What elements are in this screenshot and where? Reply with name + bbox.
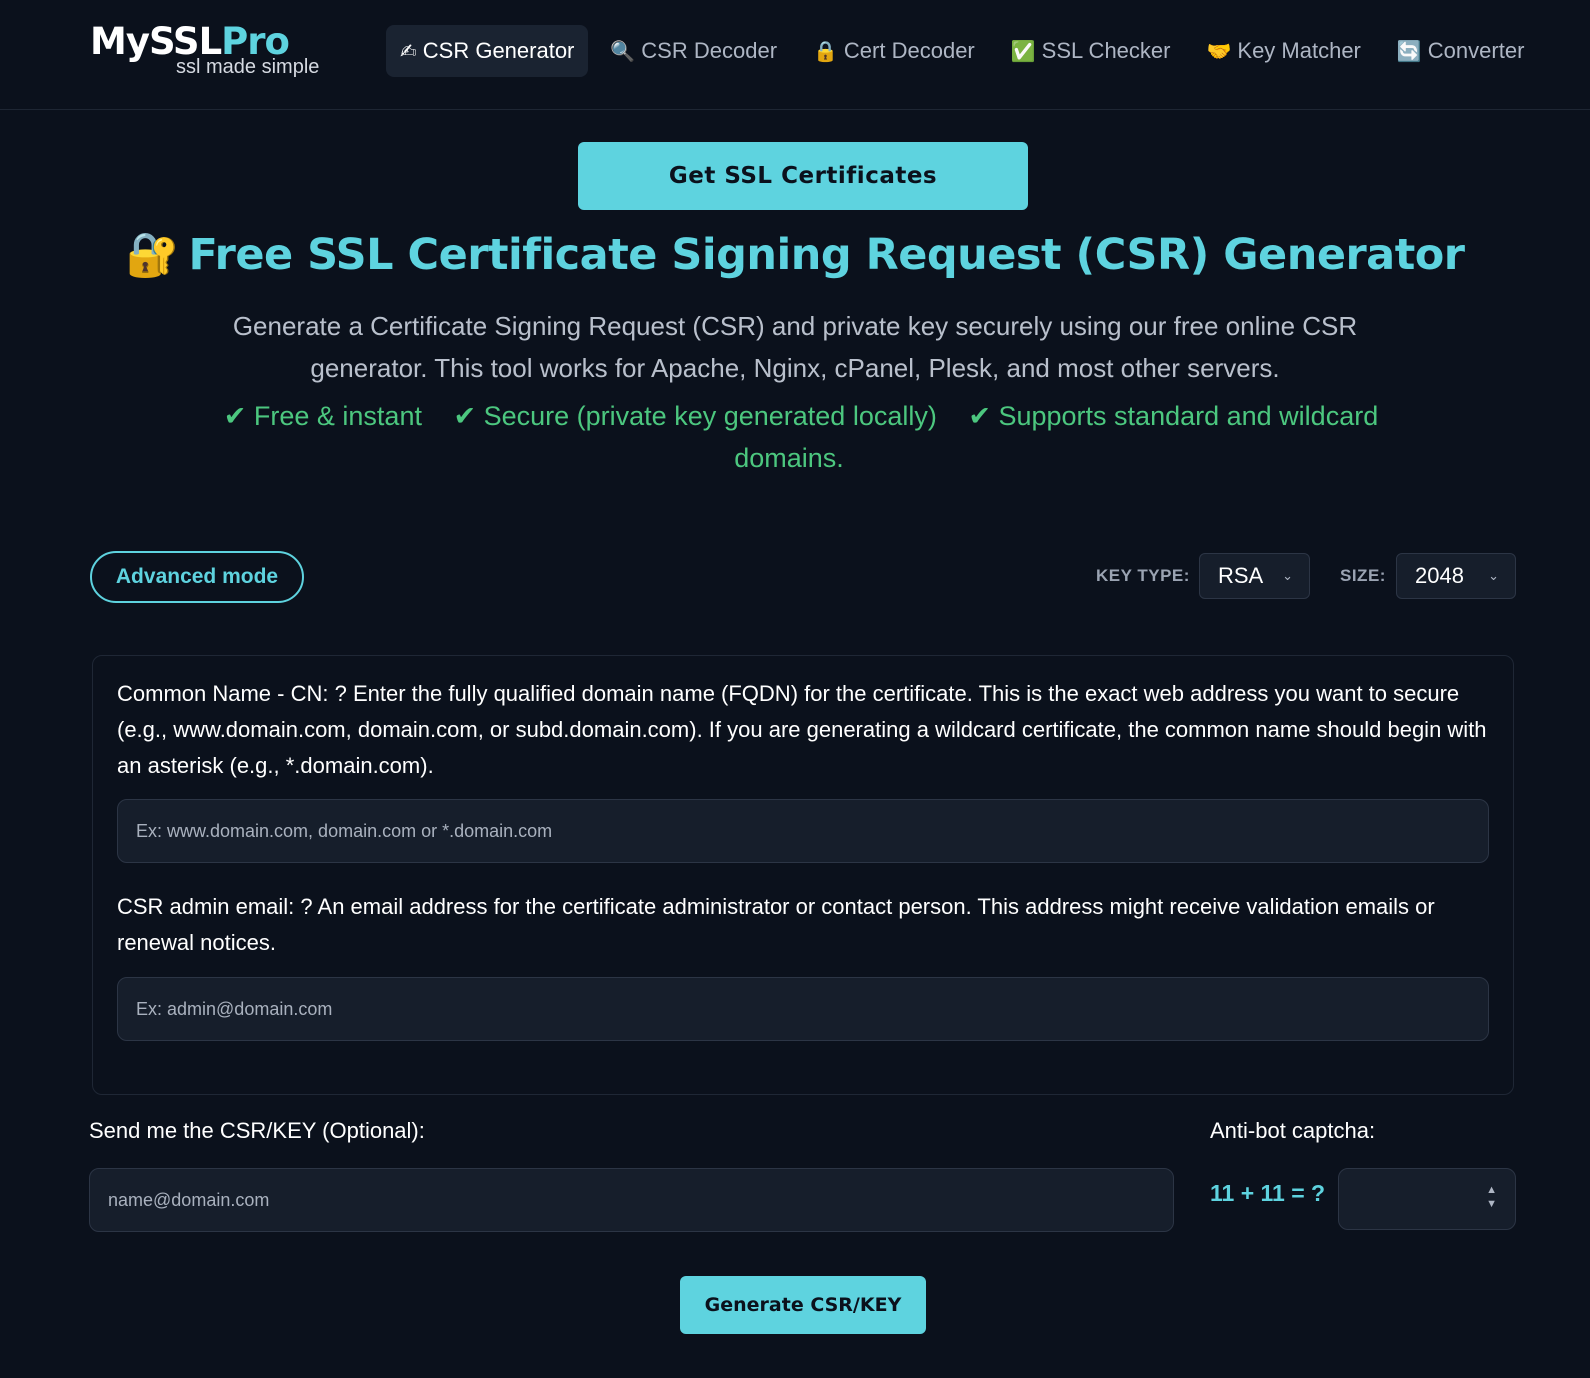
- magnifier-icon: 🔍: [610, 40, 636, 63]
- admin-email-input[interactable]: [117, 977, 1489, 1041]
- feature-item: ✔ Free & instant: [223, 401, 422, 431]
- key-type-label: KEY TYPE:: [1096, 566, 1190, 585]
- page-title-text: Free SSL Certificate Signing Request (CS…: [188, 230, 1466, 280]
- nav-label: SSL Checker: [1041, 38, 1171, 63]
- page-title: 🔐 Free SSL Certificate Signing Request (C…: [0, 230, 1590, 280]
- key-type-value: RSA: [1218, 563, 1264, 588]
- nav-label: CSR Decoder: [641, 38, 778, 63]
- logo[interactable]: MySSLPro ssl made simple: [90, 22, 352, 79]
- nav-converter[interactable]: 🔄 Converter: [1383, 25, 1539, 77]
- nav-label: Converter: [1427, 38, 1525, 63]
- nav-ssl-checker[interactable]: ✅ SSL Checker: [997, 25, 1185, 77]
- common-name-input[interactable]: [117, 799, 1489, 863]
- nav-label: CSR Generator: [422, 38, 575, 63]
- lock-with-key-icon: 🔐: [125, 230, 179, 280]
- main-nav: ✍ CSR Generator 🔍 CSR Decoder 🔒 Cert Dec…: [386, 25, 1546, 77]
- captcha-label: Anti-bot captcha:: [1210, 1118, 1376, 1143]
- get-ssl-certificates-button[interactable]: Get SSL Certificates: [578, 142, 1028, 210]
- refresh-icon: 🔄: [1396, 40, 1422, 63]
- nav-csr-generator[interactable]: ✍ CSR Generator: [386, 25, 589, 77]
- captcha-answer-input[interactable]: ▲ ▼: [1338, 1168, 1516, 1230]
- admin-email-label: CSR admin email: ? An email address for …: [117, 894, 1435, 955]
- writing-hand-icon: ✍: [400, 40, 417, 63]
- feature-item: ✔ Secure (private key generated locally): [453, 401, 937, 431]
- chevron-down-icon: ⌄: [1282, 568, 1293, 583]
- key-type-select[interactable]: RSA ⌄: [1199, 553, 1310, 599]
- advanced-mode-button[interactable]: Advanced mode: [90, 551, 304, 603]
- nav-cert-decoder[interactable]: 🔒 Cert Decoder: [799, 25, 989, 77]
- nav-label: Key Matcher: [1237, 38, 1361, 63]
- nav-key-matcher[interactable]: 🤝 Key Matcher: [1192, 25, 1374, 77]
- key-size-value: 2048: [1415, 563, 1464, 588]
- check-mark-icon: ✅: [1010, 40, 1036, 63]
- stepper-arrows-icon[interactable]: ▲ ▼: [1486, 1183, 1497, 1211]
- feature-list: ✔ Free & instant ✔ Secure (private key g…: [195, 395, 1395, 479]
- chevron-down-icon: ⌄: [1488, 568, 1499, 583]
- generate-csr-button[interactable]: Generate CSR/KEY: [680, 1276, 926, 1334]
- send-csr-label: Send me the CSR/KEY (Optional):: [89, 1118, 425, 1143]
- page-subtitle: Generate a Certificate Signing Request (…: [232, 311, 1358, 383]
- handshake-icon: 🤝: [1206, 40, 1232, 63]
- nav-label: Cert Decoder: [843, 38, 975, 63]
- captcha-question: 11 + 11 = ?: [1210, 1180, 1326, 1206]
- size-label: SIZE:: [1340, 566, 1386, 585]
- common-name-label: Common Name - CN: ? Enter the fully qual…: [117, 681, 1487, 778]
- key-size-select[interactable]: 2048 ⌄: [1396, 553, 1516, 599]
- send-csr-email-input[interactable]: [89, 1168, 1174, 1232]
- csr-fields-panel: Common Name - CN: ? Enter the fully qual…: [92, 655, 1514, 1095]
- nav-csr-decoder[interactable]: 🔍 CSR Decoder: [596, 25, 791, 77]
- top-header: MySSLPro ssl made simple ✍ CSR Generator…: [0, 0, 1590, 110]
- lock-icon: 🔒: [813, 40, 838, 63]
- logo-tagline: ssl made simple: [176, 56, 320, 78]
